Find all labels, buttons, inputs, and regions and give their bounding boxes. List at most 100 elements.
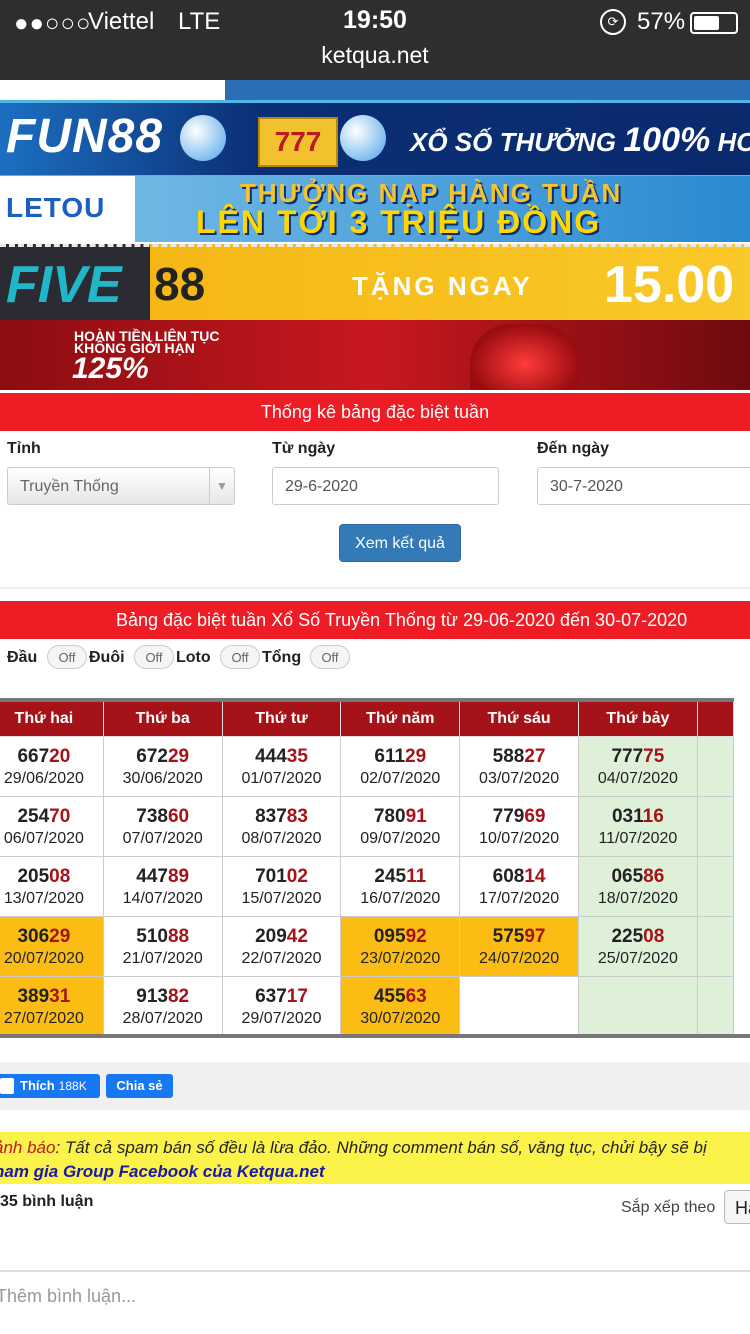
to-date-label: Đến ngày — [537, 440, 610, 457]
result-cell: 06586 18/07/2020 — [577, 856, 698, 917]
special-results-table: Thứ hai Thứ ba Thứ tư Thứ năm Thứ sáu Th… — [0, 698, 735, 1037]
rotation-lock-icon: ⟳ — [600, 9, 626, 35]
toggle-loto[interactable]: Off — [220, 645, 260, 669]
sort-dropdown[interactable]: Hà — [724, 1190, 750, 1224]
result-number-tail: 27 — [524, 745, 546, 767]
province-select[interactable]: Truyền Thống ▼ — [7, 467, 235, 505]
result-number-tail: 11 — [406, 865, 427, 887]
filter-label-sum: Tổng — [262, 649, 302, 666]
facebook-share-button[interactable]: Chia sẻ — [106, 1074, 173, 1098]
filter-label-tail: Đuôi — [89, 649, 125, 666]
table-row: 66720 29/06/2020 67229 30/06/2020 44435 01/07… — [0, 736, 735, 797]
result-cell: 25470 06/07/2020 — [0, 796, 104, 857]
result-cell-partial — [696, 976, 735, 1037]
result-date: 04/07/2020 — [597, 769, 678, 787]
table-bottom-border — [0, 1034, 750, 1038]
result-date: 07/07/2020 — [122, 829, 203, 847]
facebook-like-button[interactable]: Thích 188K — [0, 1074, 100, 1098]
result-number-tail: 14 — [524, 865, 546, 887]
result-cell: 61129 02/07/2020 — [340, 736, 461, 797]
result-number-tail: 70 — [49, 805, 71, 827]
result-number-head: 588 — [492, 745, 525, 767]
result-number-head: 608 — [492, 865, 525, 887]
col-thursday: Thứ năm — [340, 699, 461, 737]
toggle-sum[interactable]: Off — [310, 645, 350, 669]
five88-promo-text: TẶNG NGAY — [352, 271, 533, 301]
result-date: 15/07/2020 — [241, 889, 322, 907]
toggle-head[interactable]: Off — [47, 645, 87, 669]
from-date-input[interactable]: 29-6-2020 — [272, 467, 499, 505]
fun88-logo: FUN88 — [6, 110, 164, 163]
banner-fun88[interactable]: FUN88 777 XỔ SỐ THƯỞNG 100% HOÀN TRẢ 5 — [0, 100, 750, 178]
table-row: 30629 20/07/2020 51088 21/07/2020 20942 22/07… — [0, 916, 735, 977]
result-number: 09592 — [341, 926, 459, 948]
result-number: 70102 — [223, 866, 341, 888]
banner-five88[interactable]: FIVE 88 TẶNG NGAY 15.00 — [0, 244, 750, 323]
result-date: 11/07/2020 — [598, 829, 678, 847]
result-date: 16/07/2020 — [360, 889, 441, 907]
result-number: 20942 — [223, 926, 341, 948]
result-number: 44435 — [223, 746, 341, 768]
result-number-head: 306 — [17, 925, 50, 947]
result-number: 60814 — [460, 866, 578, 888]
result-number: 73860 — [104, 806, 222, 828]
fun88-promo-text: XỔ SỐ THƯỞNG 100% HOÀN TRẢ 5 — [410, 121, 750, 159]
result-number-head: 637 — [255, 985, 287, 1007]
result-cell: 20942 22/07/2020 — [221, 916, 342, 977]
thumbs-up-icon — [0, 1078, 14, 1094]
letou-logo: LETOU — [6, 192, 106, 223]
result-number: 25470 — [0, 806, 103, 828]
result-number-tail: 29 — [49, 925, 71, 947]
facebook-group-link[interactable]: ham gia Group Facebook của Ketqua.net — [0, 1162, 325, 1182]
result-number-tail: 83 — [286, 805, 308, 827]
result-number-tail: 63 — [405, 985, 427, 1007]
player-image — [470, 324, 580, 390]
result-cell: 03116 11/07/2020 — [577, 796, 698, 857]
result-number: 63717 — [223, 986, 341, 1008]
five88-logo-number: 88 — [154, 258, 206, 310]
result-number: 57597 — [460, 926, 578, 948]
result-number-head: 780 — [373, 805, 406, 827]
result-number-head: 444 — [255, 745, 287, 767]
result-cell-partial — [696, 796, 735, 857]
result-number-head: 738 — [136, 805, 168, 827]
result-cell: 67229 30/06/2020 — [102, 736, 223, 797]
result-date: 03/07/2020 — [479, 769, 560, 787]
result-cell — [459, 976, 579, 1037]
lottery-ball-icon — [340, 115, 386, 161]
result-cell: 78091 09/07/2020 — [340, 796, 461, 857]
result-number-head: 672 — [136, 745, 168, 767]
result-cell: 51088 21/07/2020 — [102, 916, 223, 977]
comment-input[interactable]: Thêm bình luận... — [0, 1270, 750, 1330]
cashback-percent: 125% — [72, 352, 149, 385]
result-number-head: 611 — [374, 745, 406, 767]
result-cell: 70102 15/07/2020 — [221, 856, 342, 917]
province-label: Tỉnh — [7, 440, 41, 457]
result-cell: 63717 29/07/2020 — [221, 976, 342, 1037]
lottery-ball-icon — [180, 115, 226, 161]
toggle-tail[interactable]: Off — [134, 645, 174, 669]
result-number-tail: 08 — [49, 865, 71, 887]
result-number: 06586 — [579, 866, 697, 888]
result-cell-partial — [696, 916, 735, 977]
divider — [0, 587, 750, 589]
battery-percent: 57% — [637, 8, 686, 35]
result-number: 20508 — [0, 866, 103, 888]
banner-top-strip[interactable] — [0, 80, 750, 100]
result-date: 30/06/2020 — [122, 769, 203, 787]
result-number-head: 701 — [255, 865, 287, 887]
result-date: 17/07/2020 — [479, 889, 560, 907]
result-cell: 77969 10/07/2020 — [459, 796, 579, 857]
view-results-button[interactable]: Xem kết quả — [339, 524, 461, 562]
to-date-input[interactable]: 30-7-2020 — [537, 467, 750, 505]
col-monday: Thứ hai — [0, 699, 104, 737]
address-bar-url[interactable]: ketqua.net — [0, 42, 750, 69]
result-number: 51088 — [104, 926, 222, 948]
col-sunday-partial — [696, 699, 735, 737]
result-number-tail: 08 — [643, 925, 665, 947]
banner-letou[interactable]: LETOU THƯỞNG NẠP HÀNG TUẦN LÊN TỚI 3 TRI… — [0, 176, 750, 242]
status-bar: ●●○○○ Viettel LTE 19:50 ⟳ 57% ketqua.net — [0, 0, 750, 80]
banner-cashback[interactable]: HOÀN TIỀN LIÊN TỤC KHÔNG GIỚI HẠN 125% — [0, 320, 750, 390]
result-cell: 83783 08/07/2020 — [221, 796, 342, 857]
result-date: 28/07/2020 — [122, 1009, 203, 1027]
